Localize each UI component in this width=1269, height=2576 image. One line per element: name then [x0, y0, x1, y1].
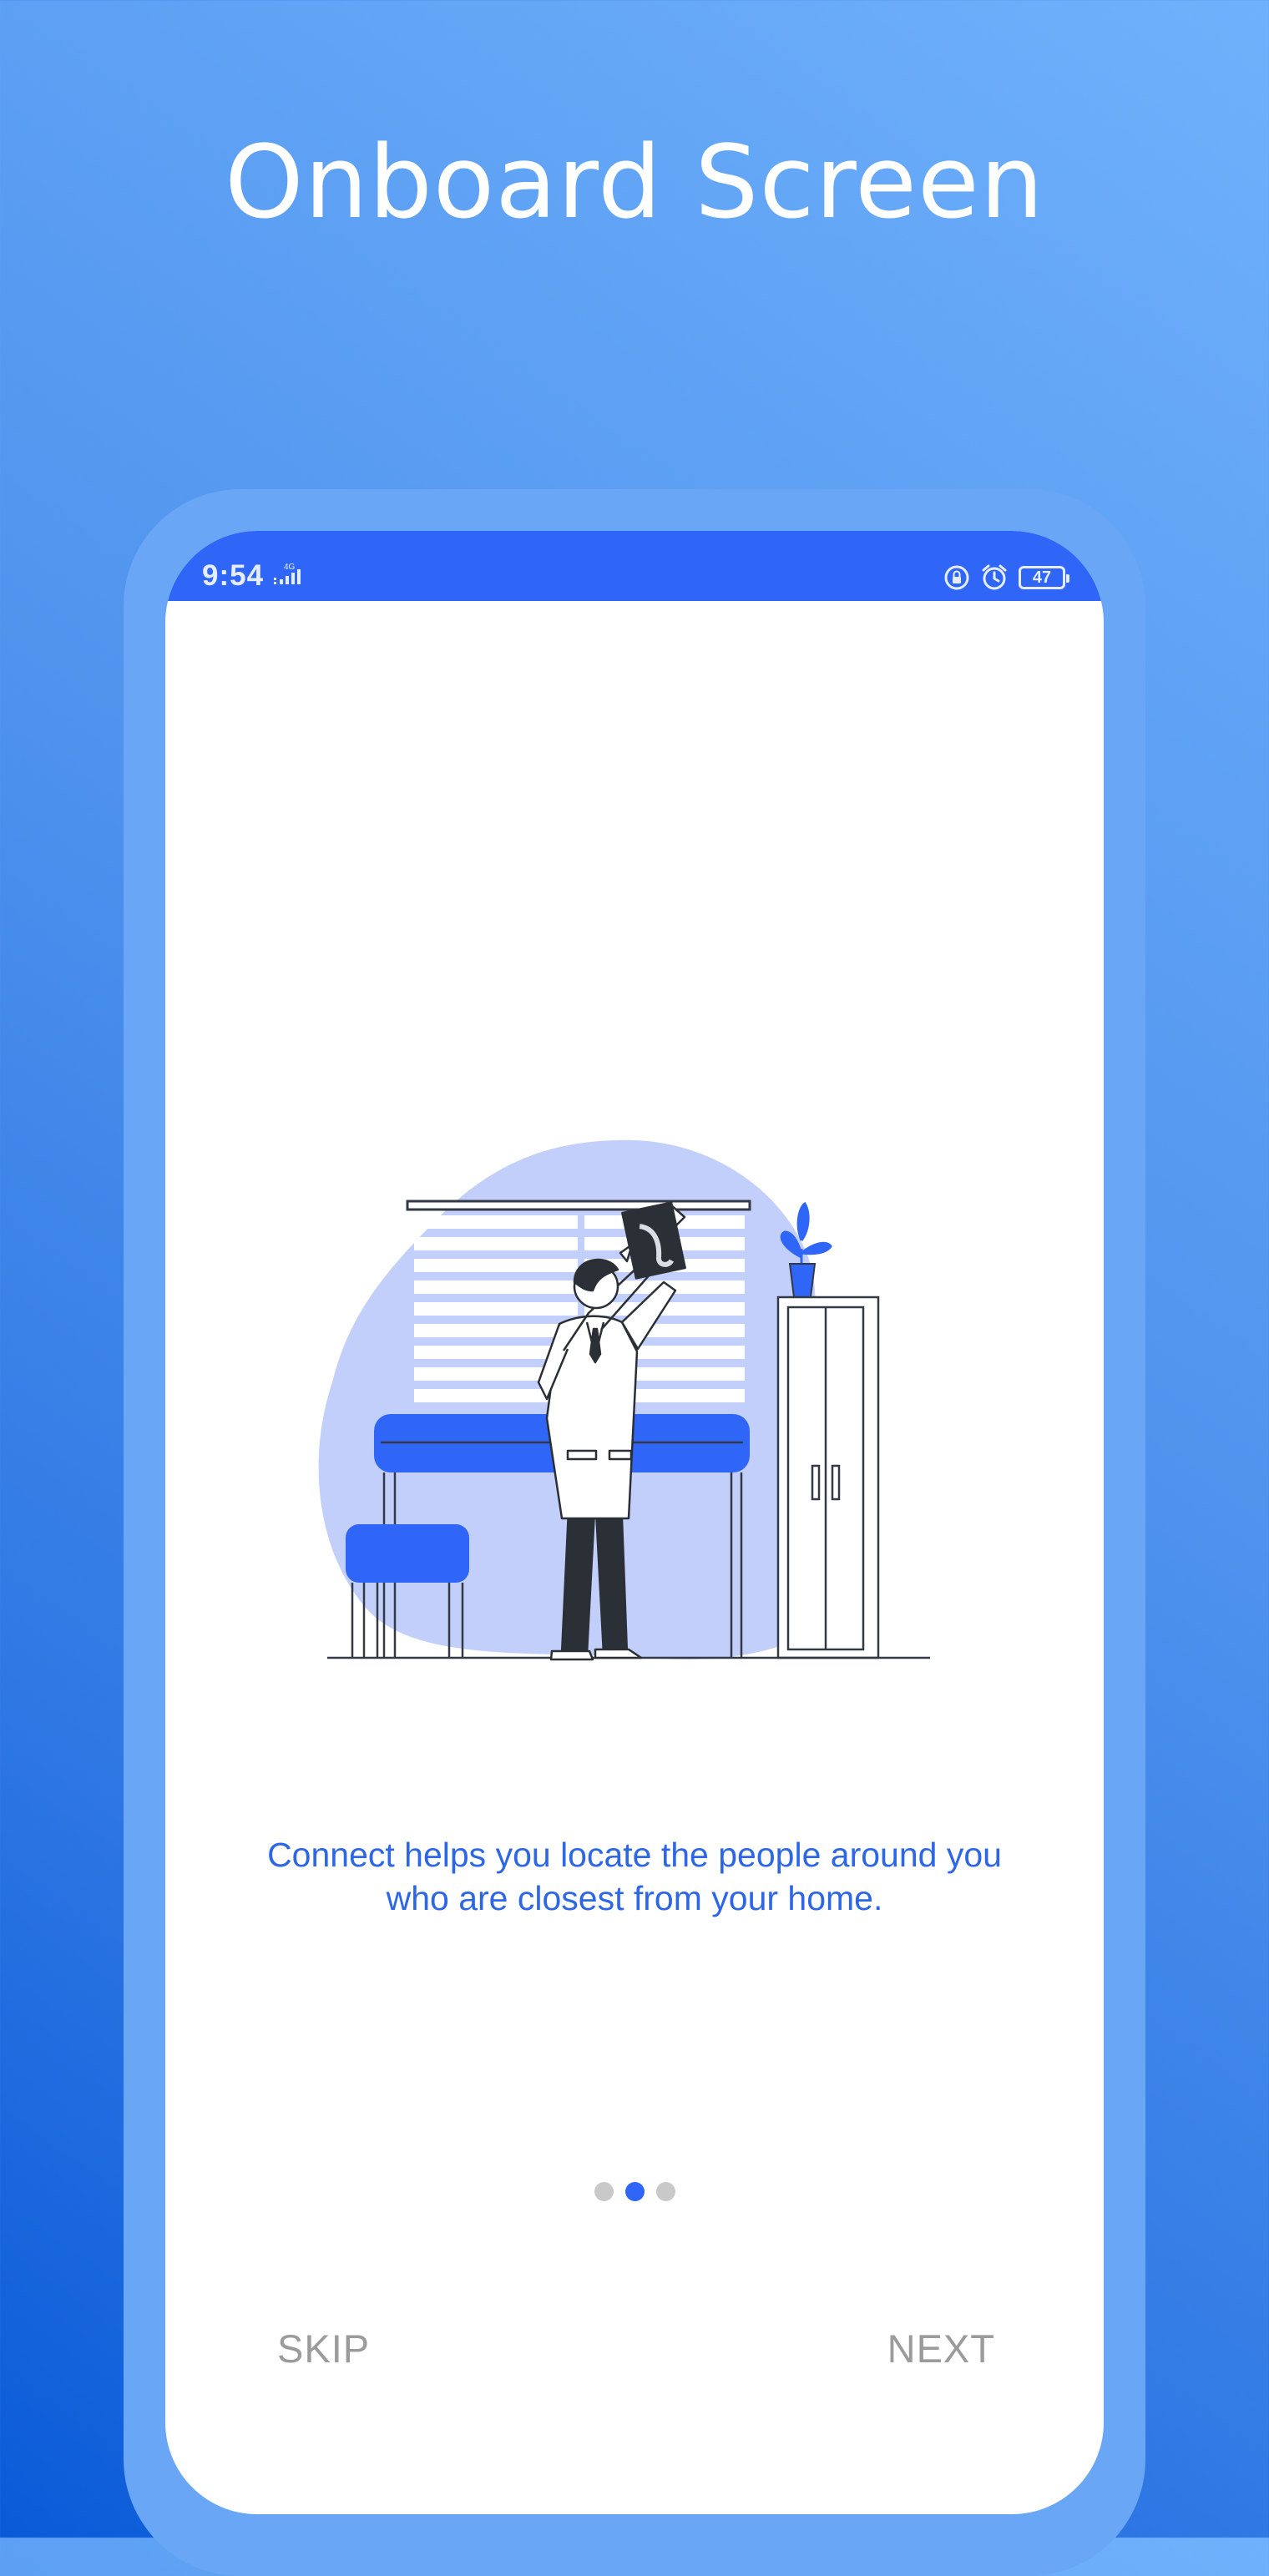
lock-rotation-icon: [944, 565, 969, 590]
status-icons: 47: [943, 563, 1069, 593]
blinds-rail: [406, 1200, 751, 1211]
page-dot-1[interactable]: [594, 2182, 614, 2201]
doctor-xray-illustration: [318, 1139, 930, 1661]
onboarding-description: Connect helps you locate the people arou…: [267, 1836, 1002, 1917]
page-heading: Onboard Screen: [225, 125, 1044, 241]
page-dot-3[interactable]: [655, 2182, 675, 2201]
phone-screen: 9:54 4G 47 Connect helps you locate the …: [165, 531, 1104, 2514]
status-time: 9:54: [202, 559, 265, 592]
next-button[interactable]: NEXT: [887, 2326, 995, 2371]
status-bar: 9:54 4G 47: [165, 531, 1104, 601]
network-label: 4G: [284, 563, 296, 572]
alarm-icon: [982, 564, 1007, 590]
battery-level: 47: [1032, 568, 1052, 587]
page-indicator: [165, 2182, 1104, 2201]
cabinet: [776, 1296, 880, 1659]
battery-icon: 47: [1019, 566, 1069, 589]
skip-button[interactable]: SKIP: [277, 2326, 370, 2371]
signal-icon: 4G: [274, 563, 301, 584]
page-dot-2-active[interactable]: [624, 2182, 645, 2201]
